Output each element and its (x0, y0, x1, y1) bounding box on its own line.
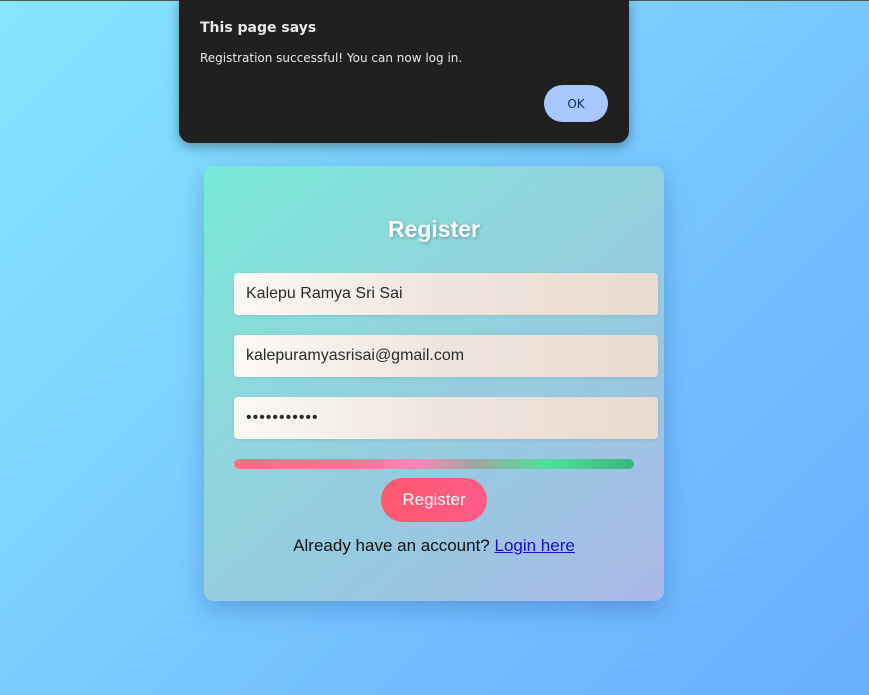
register-title: Register (387, 216, 481, 242)
password-input-value: ••••••••••• (246, 409, 319, 426)
register-card: Register Kalepu Ramya Sri Sai kalepuramy… (204, 166, 664, 601)
alert-dialog: This page says Registration successful! … (179, 0, 629, 143)
name-input[interactable]: Kalepu Ramya Sri Sai (234, 273, 658, 315)
email-input-value: kalepuramyasrisai@gmail.com (246, 347, 465, 364)
password-strength-bar (234, 459, 634, 469)
login-prompt-line: Already have an account? Login here (204, 536, 664, 556)
dialog-title: This page says (200, 20, 317, 36)
register-button[interactable]: Register (381, 478, 487, 522)
name-input-value: Kalepu Ramya Sri Sai (246, 285, 403, 302)
dialog-ok-button[interactable]: OK (544, 85, 608, 122)
password-input[interactable]: ••••••••••• (234, 397, 658, 439)
email-input[interactable]: kalepuramyasrisai@gmail.com (234, 335, 658, 377)
login-link[interactable]: Login here (494, 536, 574, 555)
login-prompt-text: Already have an account? (293, 536, 495, 555)
dialog-message: Registration successful! You can now log… (200, 51, 463, 65)
